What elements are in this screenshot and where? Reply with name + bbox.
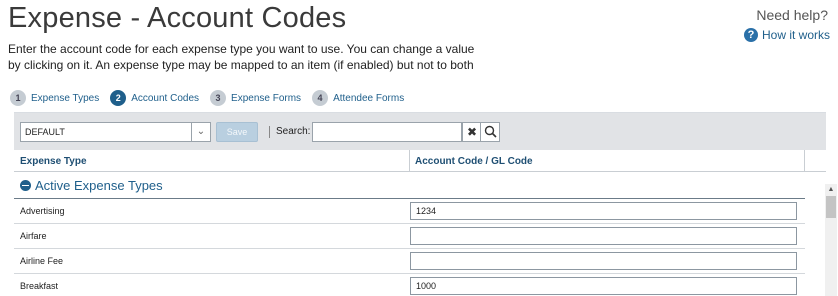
account-code-field[interactable] <box>410 252 797 270</box>
step-number: 2 <box>110 90 127 106</box>
expense-type-name: Breakfast <box>20 281 59 291</box>
table-row: Airline Fee <box>14 249 805 274</box>
step-label: Expense Types <box>31 92 100 104</box>
account-code-field[interactable]: 1234 <box>410 202 797 220</box>
search-button[interactable] <box>481 121 501 142</box>
account-code-field[interactable] <box>410 227 797 245</box>
policy-select-value: DEFAULT <box>25 126 65 137</box>
expense-type-name: Advertising <box>20 206 65 216</box>
step-label: Attendee Forms <box>333 92 405 104</box>
group-row-active-expense-types[interactable]: Active Expense Types <box>14 172 805 199</box>
clear-search-button[interactable]: ✖ <box>462 121 482 142</box>
table-row: Airfare <box>14 224 805 249</box>
group-label: Active Expense Types <box>35 177 163 193</box>
step-attendee-forms[interactable]: 4 Attendee Forms <box>312 90 404 106</box>
scroll-thumb[interactable] <box>826 196 836 218</box>
save-button[interactable]: Save <box>216 121 258 142</box>
step-expense-forms[interactable]: 3 Expense Forms <box>210 90 301 106</box>
step-expense-types[interactable]: 1 Expense Types <box>10 90 99 106</box>
step-label: Account Codes <box>131 92 200 104</box>
question-circle-icon: ? <box>743 28 758 42</box>
collapse-minus-icon[interactable] <box>20 179 31 191</box>
instructions-text: Enter the account code for each expense … <box>8 42 475 72</box>
step-number: 3 <box>210 90 227 106</box>
help-title: Need help? <box>756 7 828 23</box>
close-icon: ✖ <box>466 124 477 139</box>
chevron-down-icon[interactable]: ⌄ <box>191 122 210 141</box>
step-account-codes[interactable]: 2 Account Codes <box>110 90 199 106</box>
table-row: Breakfast 1000 <box>14 274 805 296</box>
wizard-steps: 1 Expense Types 2 Account Codes 3 Expens… <box>10 90 404 106</box>
toolbar-divider <box>269 125 270 138</box>
step-number: 4 <box>312 90 329 106</box>
magnifier-icon <box>484 125 497 138</box>
search-label: Search: <box>276 126 311 137</box>
column-header-expense-type[interactable]: Expense Type <box>14 150 410 171</box>
step-label: Expense Forms <box>231 92 302 104</box>
step-number: 1 <box>10 90 26 106</box>
how-it-works-label: How it works <box>761 28 830 42</box>
account-code-field[interactable]: 1000 <box>410 277 797 295</box>
grid-header: Expense Type Account Code / GL Code <box>14 150 826 172</box>
column-header-account-code[interactable]: Account Code / GL Code <box>410 150 805 171</box>
grid-scrollbar[interactable]: ▲ <box>825 184 837 296</box>
scroll-up-arrow-icon[interactable]: ▲ <box>825 184 837 194</box>
grid-rows: Advertising 1234 Airfare Airline Fee Bre… <box>14 199 826 296</box>
expense-type-name: Airline Fee <box>20 256 64 266</box>
page-title: Expense - Account Codes <box>8 2 347 34</box>
search-input[interactable] <box>312 121 463 142</box>
how-it-works-link[interactable]: ? How it works <box>743 28 830 42</box>
table-row: Advertising 1234 <box>14 199 805 224</box>
policy-select[interactable]: DEFAULT ⌄ <box>20 121 211 142</box>
toolbar: DEFAULT ⌄ Save Search: ✖ <box>14 113 826 150</box>
expense-type-name: Airfare <box>20 231 47 241</box>
account-codes-panel: DEFAULT ⌄ Save Search: ✖ Expense Type Ac… <box>14 112 826 296</box>
